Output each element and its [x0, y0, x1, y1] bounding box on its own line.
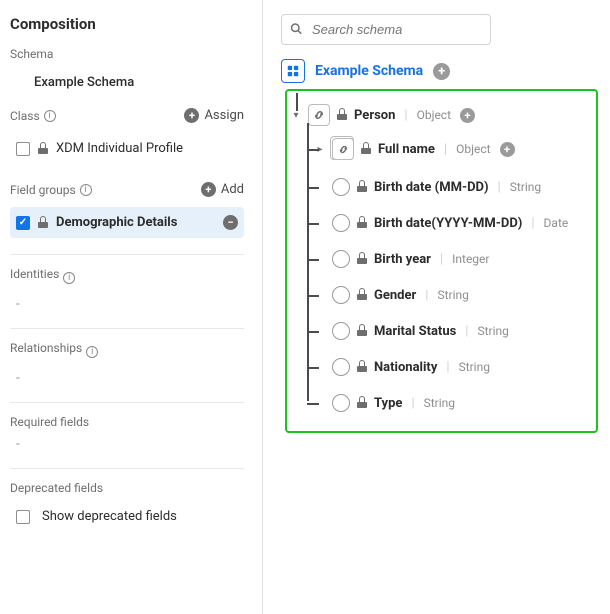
show-deprecated-row[interactable]: Show deprecated fields	[10, 503, 244, 530]
remove-fieldgroup-button[interactable]: −	[223, 215, 238, 230]
relationships-value: -	[10, 371, 244, 386]
identities-value: -	[10, 297, 244, 312]
node-label: Type	[374, 396, 402, 411]
field-node-icon	[332, 286, 350, 304]
chevron-down-icon[interactable]: ▾	[291, 110, 301, 121]
lock-icon	[337, 110, 347, 120]
lock-icon	[357, 362, 367, 372]
field-node-icon	[332, 250, 350, 268]
node-type: Integer	[452, 252, 489, 266]
tree-node-field[interactable]: Marital Status | String	[315, 313, 588, 349]
node-label: Nationality	[374, 360, 437, 375]
node-label: Birth date(YYYY-MM-DD)	[374, 216, 522, 231]
identities-section-label: Identities	[10, 267, 59, 281]
object-stack-icon	[332, 138, 354, 160]
sidebar-heading: Composition	[10, 15, 244, 33]
field-node-icon	[332, 394, 350, 412]
lock-icon	[357, 218, 367, 228]
relationships-section-label: Relationships	[10, 341, 82, 355]
lock-icon	[361, 144, 371, 154]
class-item-xdm-profile[interactable]: XDM Individual Profile	[10, 133, 244, 164]
add-root-field-button[interactable]: +	[433, 63, 450, 80]
node-type: String	[459, 360, 490, 374]
schema-section-label: Schema	[10, 47, 244, 61]
field-node-icon	[332, 322, 350, 340]
node-label: Gender	[374, 288, 416, 303]
node-type: Date	[544, 216, 569, 230]
checkbox-checked-icon[interactable]: ✓	[16, 216, 30, 230]
schema-title[interactable]: Example Schema	[315, 63, 423, 79]
node-type: String	[437, 288, 468, 302]
schema-name[interactable]: Example Schema	[10, 69, 244, 108]
lock-icon	[357, 290, 367, 300]
node-label: Full name	[378, 142, 435, 157]
search-input[interactable]	[281, 14, 491, 45]
lock-icon	[38, 218, 48, 228]
schema-root-icon[interactable]	[281, 59, 305, 83]
checkbox-icon[interactable]	[16, 510, 30, 524]
checkbox-icon[interactable]	[16, 142, 30, 156]
fieldgroup-item-label: Demographic Details	[56, 215, 177, 230]
lock-icon	[357, 254, 367, 264]
composition-sidebar: Composition Schema Example Schema Class …	[0, 0, 263, 614]
node-type: Object	[417, 108, 451, 122]
lock-icon	[357, 326, 367, 336]
link-icon	[308, 104, 330, 126]
schema-canvas: Example Schema + ▾ Person | Object + ▸	[263, 0, 610, 614]
info-icon[interactable]: i	[63, 272, 75, 284]
add-child-button[interactable]: +	[500, 142, 515, 157]
tree-node-field[interactable]: Type | String	[315, 385, 588, 421]
plus-icon: +	[201, 182, 216, 197]
add-fieldgroup-button[interactable]: + Add	[201, 182, 244, 197]
info-icon[interactable]: i	[44, 110, 56, 122]
tree-node-fullname[interactable]: ▸ Full name | Object +	[315, 129, 588, 169]
plus-icon: +	[184, 108, 199, 123]
node-type: String	[477, 324, 508, 338]
node-label: Birth year	[374, 252, 431, 267]
chevron-right-icon[interactable]: ▸	[315, 144, 325, 155]
show-deprecated-label: Show deprecated fields	[42, 509, 177, 524]
node-label: Marital Status	[374, 324, 456, 339]
tree-node-field[interactable]: Nationality | String	[315, 349, 588, 385]
node-label: Birth date (MM-DD)	[374, 180, 489, 195]
tree-node-field[interactable]: Birth date(YYYY-MM-DD) | Date	[315, 205, 588, 241]
tree-node-person[interactable]: ▾ Person | Object +	[287, 101, 588, 129]
node-type: Object	[456, 142, 490, 156]
field-node-icon	[332, 214, 350, 232]
node-type: String	[510, 180, 541, 194]
add-child-button[interactable]: +	[460, 108, 475, 123]
highlighted-tree-region: ▾ Person | Object + ▸ Full name	[285, 89, 598, 433]
assign-class-button[interactable]: + Assign	[184, 108, 244, 123]
fieldgroups-section-label: Field groups	[10, 183, 76, 197]
info-icon[interactable]: i	[86, 346, 98, 358]
class-item-label: XDM Individual Profile	[56, 141, 183, 156]
search-icon	[290, 22, 302, 37]
lock-icon	[357, 182, 367, 192]
tree-node-field[interactable]: Gender | String	[315, 277, 588, 313]
fieldgroup-item-demographic[interactable]: ✓ Demographic Details −	[10, 207, 244, 238]
node-type: String	[424, 396, 455, 410]
lock-icon	[357, 398, 367, 408]
required-fields-value: -	[10, 437, 244, 452]
info-icon[interactable]: i	[80, 184, 92, 196]
node-label: Person	[354, 108, 395, 123]
field-node-icon	[332, 358, 350, 376]
field-node-icon	[332, 178, 350, 196]
tree-node-field[interactable]: Birth year | Integer	[315, 241, 588, 277]
deprecated-fields-label: Deprecated fields	[10, 481, 244, 495]
required-fields-label: Required fields	[10, 415, 244, 429]
class-section-label: Class	[10, 109, 40, 123]
tree-node-field[interactable]: Birth date (MM-DD) | String	[315, 169, 588, 205]
lock-icon	[38, 144, 48, 154]
